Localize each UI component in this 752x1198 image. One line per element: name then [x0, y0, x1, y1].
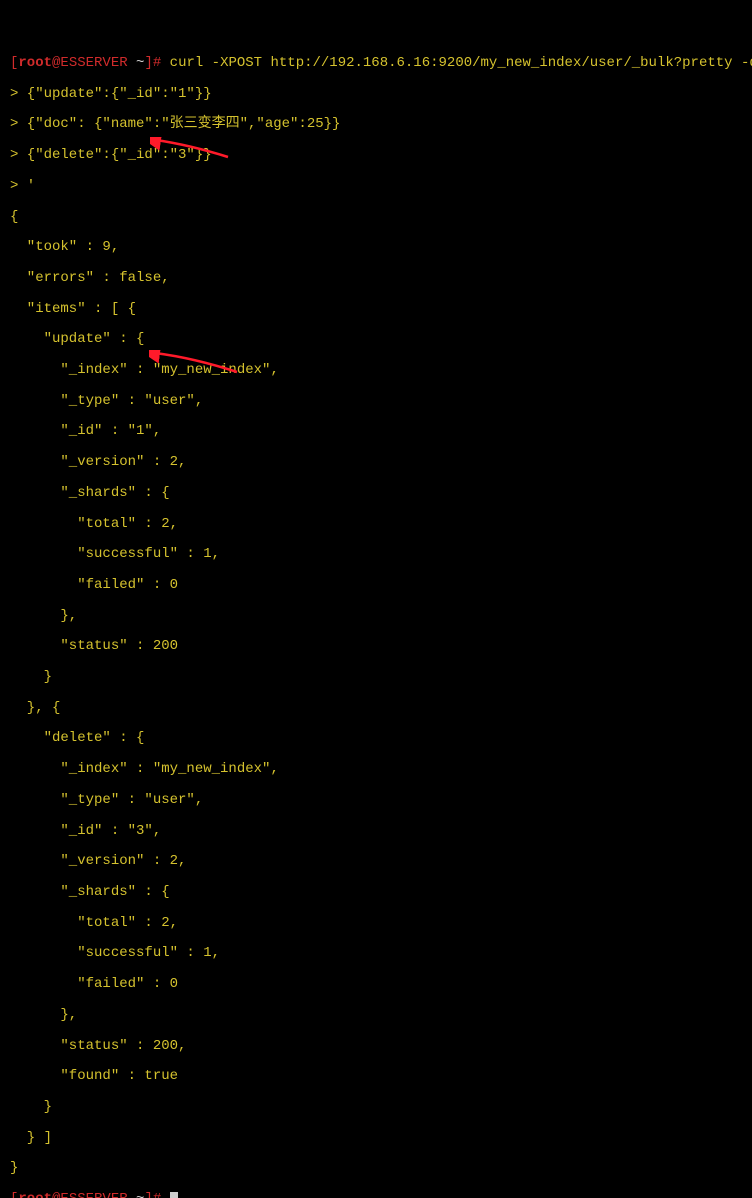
json-output-line: } [10, 1161, 742, 1176]
json-output-line: "status" : 200 [10, 639, 742, 654]
json-output-line: }, { [10, 701, 742, 716]
json-output-line: "_index" : "my_new_index", [10, 363, 742, 378]
json-output-line: "total" : 2, [10, 517, 742, 532]
json-output-line: "errors" : false, [10, 271, 742, 286]
json-output-line: "items" : [ { [10, 302, 742, 317]
prompt-host: ESSERVER [60, 1191, 127, 1198]
json-output-line: } [10, 1100, 742, 1115]
stdin-line[interactable]: > {"doc": {"name":"张三变李四","age":25}} [10, 117, 742, 132]
prompt-close: ]# [144, 1191, 169, 1198]
json-output-line: "_type" : "user", [10, 793, 742, 808]
json-output-line: "status" : 200, [10, 1039, 742, 1054]
json-output-line: "failed" : 0 [10, 977, 742, 992]
json-output-line: "delete" : { [10, 731, 742, 746]
prompt-close: ]# [144, 55, 169, 71]
json-output-line: "_type" : "user", [10, 394, 742, 409]
json-output-line: "found" : true [10, 1069, 742, 1084]
prompt-host: ESSERVER [60, 55, 127, 71]
json-output-line: }, [10, 609, 742, 624]
json-output-line: "took" : 9, [10, 240, 742, 255]
json-output-line: { [10, 210, 742, 225]
json-output-line: "_id" : "3", [10, 824, 742, 839]
json-output-line: "_id" : "1", [10, 424, 742, 439]
prompt-at: @ [52, 1191, 60, 1198]
prompt-path: ~ [128, 1191, 145, 1198]
json-output-line: "update" : { [10, 332, 742, 347]
json-output-line: "failed" : 0 [10, 578, 742, 593]
terminal-prompt-line[interactable]: [root@ESSERVER ~]# curl -XPOST http://19… [10, 56, 742, 71]
json-output-line: "_version" : 2, [10, 854, 742, 869]
stdin-line[interactable]: > {"update":{"_id":"1"}} [10, 87, 742, 102]
terminal-prompt-line[interactable]: [root@ESSERVER ~]# [10, 1192, 742, 1198]
json-output-line: } ] [10, 1131, 742, 1146]
prompt-user: root [18, 55, 52, 71]
json-output-line: "_index" : "my_new_index", [10, 762, 742, 777]
command-text: curl -XPOST http://192.168.6.16:9200/my_… [170, 55, 752, 71]
json-output-line: "_version" : 2, [10, 455, 742, 470]
json-output-line: "_shards" : { [10, 486, 742, 501]
stdin-line[interactable]: > {"delete":{"_id":"3"}} [10, 148, 742, 163]
cursor [170, 1192, 178, 1198]
json-output-line: "_shards" : { [10, 885, 742, 900]
stdin-line[interactable]: > ' [10, 179, 742, 194]
prompt-path: ~ [128, 55, 145, 71]
prompt-user: root [18, 1191, 52, 1198]
json-output-line: "total" : 2, [10, 916, 742, 931]
json-output-line: } [10, 670, 742, 685]
json-output-line: "successful" : 1, [10, 547, 742, 562]
json-output-line: "successful" : 1, [10, 946, 742, 961]
bracket-open: [ [10, 1191, 18, 1198]
json-output-line: }, [10, 1008, 742, 1023]
